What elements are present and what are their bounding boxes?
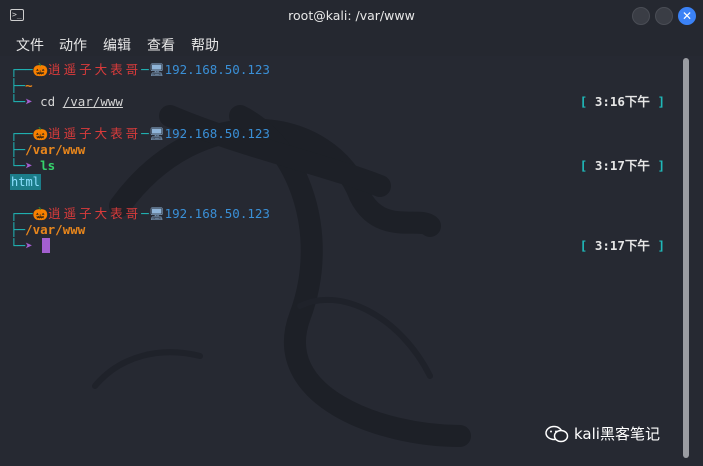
prompt-arrow-icon: ➤ <box>25 94 41 109</box>
menu-file[interactable]: 文件 <box>16 35 44 55</box>
timestamp-2: [ 3:17下午 ] <box>579 158 665 173</box>
prompt-line-3: ┌──🎃逍遥子大表哥─🖥192.168.50.123 <box>10 206 270 221</box>
text-cursor <box>42 238 50 253</box>
maximize-button[interactable] <box>655 7 673 25</box>
window-title: root@kali: /var/www <box>288 8 415 23</box>
title-bar: >_ root@kali: /var/www ✕ <box>0 0 703 32</box>
minimize-button[interactable] <box>632 7 650 25</box>
timestamp-1: [ 3:16下午 ] <box>579 94 665 109</box>
scrollbar[interactable] <box>683 58 689 458</box>
path-line-2: ├─/var/www <box>10 142 86 157</box>
directory-entry-html: html <box>10 174 41 190</box>
path-line-1: ├─~ <box>10 78 33 93</box>
close-icon: ✕ <box>681 9 693 23</box>
timestamp-3: [ 3:17下午 ] <box>579 238 665 253</box>
command-line-2: └─➤ ls <box>10 158 56 173</box>
command-line-3: └─➤ <box>10 238 41 253</box>
prompt-line-2: ┌──🎃逍遥子大表哥─🖥192.168.50.123 <box>10 126 270 141</box>
close-button[interactable]: ✕ <box>678 7 696 25</box>
pumpkin-icon: 🎃 <box>32 126 49 141</box>
pumpkin-icon: 🎃 <box>32 62 49 77</box>
menu-bar: 文件 动作 编辑 查看 帮助 <box>0 32 703 56</box>
path-line-3: ├─/var/www <box>10 222 86 237</box>
watermark-text: kali黑客笔记 <box>574 425 660 443</box>
menu-view[interactable]: 查看 <box>147 35 175 55</box>
watermark: kali黑客笔记 <box>545 423 660 445</box>
computer-icon: 🖥 <box>148 62 165 77</box>
computer-icon: 🖥 <box>148 126 165 141</box>
prompt-line-1: ┌──🎃逍遥子大表哥─🖥192.168.50.123 <box>10 62 270 77</box>
prompt-arrow-icon: ➤ <box>25 158 41 173</box>
terminal-output[interactable]: ┌──🎃逍遥子大表哥─🖥192.168.50.123 ├─~ └─➤ cd /v… <box>0 56 703 466</box>
menu-help[interactable]: 帮助 <box>191 35 219 55</box>
computer-icon: 🖥 <box>148 206 165 221</box>
kali-dragon-background <box>92 105 471 447</box>
prompt-arrow-icon: ➤ <box>25 238 41 253</box>
pumpkin-icon: 🎃 <box>32 206 49 221</box>
menu-edit[interactable]: 编辑 <box>103 35 131 55</box>
menu-action[interactable]: 动作 <box>59 35 87 55</box>
command-line-1: └─➤ cd /var/www <box>10 94 123 109</box>
wechat-icon <box>545 425 569 443</box>
